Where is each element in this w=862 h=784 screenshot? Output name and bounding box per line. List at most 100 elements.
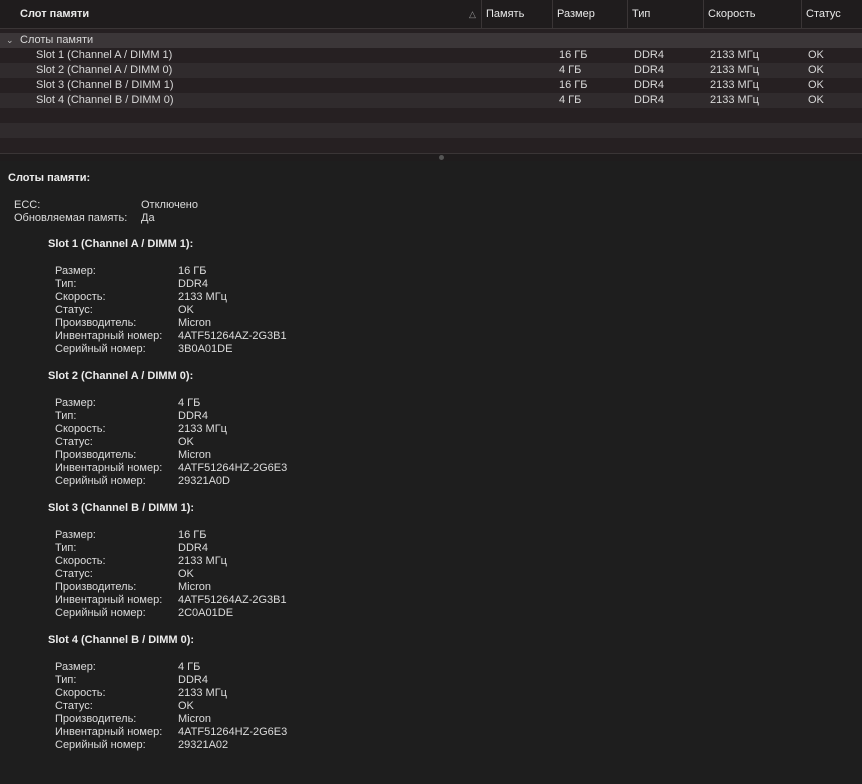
field-value: 2C0A01DE <box>178 607 234 619</box>
empty-row <box>0 138 862 153</box>
disclosure-chevron-down-icon[interactable]: ⌄ <box>6 33 14 48</box>
row-type: DDR4 <box>634 49 664 61</box>
column-header-memory-label: Память <box>486 8 525 20</box>
group-row-label: Слоты памяти <box>20 34 94 46</box>
field-label: Тип: <box>55 410 77 422</box>
field-label: Тип: <box>55 278 77 290</box>
column-header-slot[interactable]: Слот памяти <box>0 0 480 28</box>
field-label: Размер: <box>55 661 96 673</box>
row-status: OK <box>808 79 824 91</box>
field-label: Скорость: <box>55 291 106 303</box>
divider-handle[interactable] <box>439 155 444 160</box>
field-value: 4ATF51264AZ-2G3B1 <box>178 594 287 606</box>
table-header: Слот памяти △ Память Размер Тип Скорость… <box>0 0 862 29</box>
group-row-memory-slots[interactable]: ⌄ Слоты памяти <box>0 33 862 48</box>
row-slot-name: Slot 2 (Channel A / DIMM 0) <box>36 64 173 76</box>
column-header-speed-label: Скорость <box>708 8 756 20</box>
field-value: DDR4 <box>178 542 208 554</box>
field-label: Инвентарный номер: <box>55 330 163 342</box>
field-value: Micron <box>178 449 212 461</box>
row-size: 16 ГБ <box>559 49 588 61</box>
column-header-size-label: Размер <box>557 8 595 20</box>
row-status: OK <box>808 49 824 61</box>
row-slot-name: Slot 3 (Channel B / DIMM 1) <box>36 79 174 91</box>
memory-slots-table: Слот памяти △ Память Размер Тип Скорость… <box>0 0 862 153</box>
column-header-size[interactable]: Размер <box>552 0 627 28</box>
row-type: DDR4 <box>634 64 664 76</box>
field-value: OK <box>178 700 194 712</box>
sort-ascending-icon[interactable]: △ <box>469 0 476 28</box>
field-value: Micron <box>178 317 212 329</box>
table-row[interactable]: Slot 1 (Channel A / DIMM 1) 16 ГБ DDR4 2… <box>0 48 862 63</box>
split-view-divider[interactable] <box>0 153 862 161</box>
field-value: 16 ГБ <box>178 529 207 541</box>
field-value: DDR4 <box>178 674 208 686</box>
field-value: 16 ГБ <box>178 265 207 277</box>
field-value: DDR4 <box>178 410 208 422</box>
field-label: Производитель: <box>55 317 137 329</box>
field-value: 4ATF51264HZ-2G6E3 <box>178 726 288 738</box>
field-label: Статус: <box>55 568 93 580</box>
row-size: 16 ГБ <box>559 79 588 91</box>
row-speed: 2133 МГц <box>710 94 759 106</box>
field-label: Скорость: <box>55 555 106 567</box>
field-value: 2133 МГц <box>178 423 227 435</box>
upgradeable-memory-value: Да <box>141 212 155 224</box>
field-label: Тип: <box>55 542 77 554</box>
column-header-type[interactable]: Тип <box>627 0 703 28</box>
slot-1-title: Slot 1 (Channel A / DIMM 1): <box>48 238 194 250</box>
field-label: Статус: <box>55 304 93 316</box>
field-value: OK <box>178 568 194 580</box>
field-label: Статус: <box>55 700 93 712</box>
column-header-type-label: Тип <box>632 8 651 20</box>
field-label: Тип: <box>55 674 77 686</box>
row-slot-name: Slot 4 (Channel B / DIMM 0) <box>36 94 174 106</box>
field-label: Размер: <box>55 529 96 541</box>
field-label: Серийный номер: <box>55 475 146 487</box>
field-value: 3B0A01DE <box>178 343 233 355</box>
slot-4-title: Slot 4 (Channel B / DIMM 0): <box>48 634 195 646</box>
row-speed: 2133 МГц <box>710 49 759 61</box>
field-label: Инвентарный номер: <box>55 594 163 606</box>
field-label: Размер: <box>55 265 96 277</box>
field-value: OK <box>178 304 194 316</box>
field-label: Производитель: <box>55 449 137 461</box>
column-header-status[interactable]: Статус <box>801 0 862 28</box>
field-label: Серийный номер: <box>55 343 146 355</box>
ecc-label: ECC: <box>14 199 41 211</box>
field-label: Скорость: <box>55 423 106 435</box>
field-label: Серийный номер: <box>55 607 146 619</box>
field-label: Статус: <box>55 436 93 448</box>
row-slot-name: Slot 1 (Channel A / DIMM 1) <box>36 49 173 61</box>
row-status: OK <box>808 94 824 106</box>
field-value: 2133 МГц <box>178 555 227 567</box>
column-header-slot-label: Слот памяти <box>20 8 90 20</box>
slot-3-title: Slot 3 (Channel B / DIMM 1): <box>48 502 195 514</box>
field-label: Инвентарный номер: <box>55 726 163 738</box>
field-value: Micron <box>178 581 212 593</box>
table-row[interactable]: Slot 2 (Channel A / DIMM 0) 4 ГБ DDR4 21… <box>0 63 862 78</box>
table-row[interactable]: Slot 3 (Channel B / DIMM 1) 16 ГБ DDR4 2… <box>0 78 862 93</box>
detail-pane: Слоты памяти: ECC: Отключено Обновляемая… <box>0 161 862 784</box>
upgradeable-memory-label: Обновляемая память: <box>14 212 128 224</box>
field-value: 4ATF51264HZ-2G6E3 <box>178 462 288 474</box>
empty-row <box>0 123 862 138</box>
row-size: 4 ГБ <box>559 64 582 76</box>
column-header-speed[interactable]: Скорость <box>703 0 801 28</box>
field-label: Производитель: <box>55 581 137 593</box>
column-header-memory[interactable]: Память <box>481 0 552 28</box>
row-status: OK <box>808 64 824 76</box>
field-value: DDR4 <box>178 278 208 290</box>
field-value: 2133 МГц <box>178 687 227 699</box>
field-label: Скорость: <box>55 687 106 699</box>
slot-2-title: Slot 2 (Channel A / DIMM 0): <box>48 370 194 382</box>
row-type: DDR4 <box>634 79 664 91</box>
row-speed: 2133 МГц <box>710 64 759 76</box>
table-row[interactable]: Slot 4 (Channel B / DIMM 0) 4 ГБ DDR4 21… <box>0 93 862 108</box>
row-speed: 2133 МГц <box>710 79 759 91</box>
field-label: Инвентарный номер: <box>55 462 163 474</box>
field-value: 4ATF51264AZ-2G3B1 <box>178 330 287 342</box>
detail-title: Слоты памяти: <box>8 172 91 184</box>
field-value: Micron <box>178 713 212 725</box>
field-label: Серийный номер: <box>55 739 146 751</box>
